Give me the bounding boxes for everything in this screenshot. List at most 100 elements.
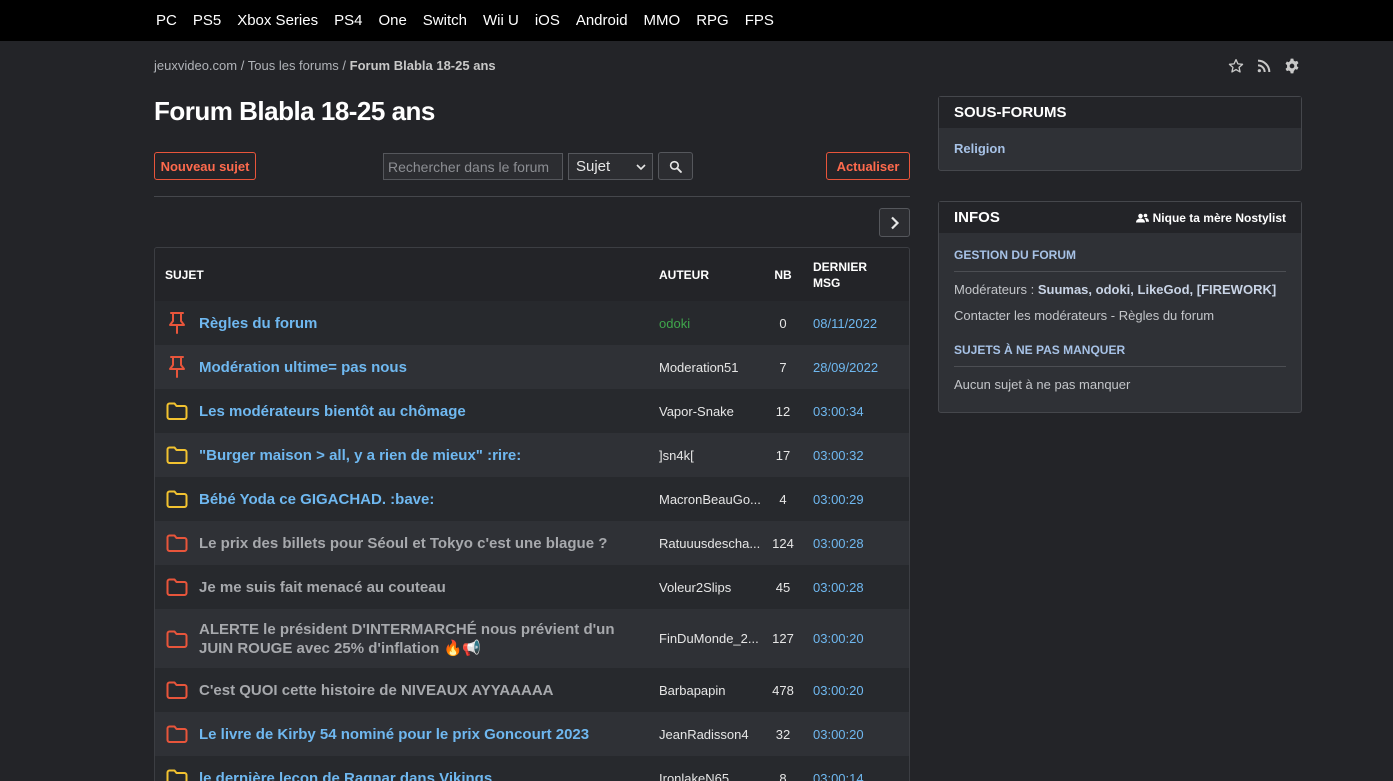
nav-xbox-series[interactable]: Xbox Series	[237, 12, 318, 29]
header-last-line2: MSG	[813, 275, 841, 290]
topic-title-link[interactable]: le dernière leçon de Ragnar dans Vikings	[199, 769, 492, 781]
topic-subject-cell: Le prix des billets pour Séoul et Tokyo …	[155, 531, 649, 555]
nav-pc[interactable]: PC	[156, 12, 177, 29]
topic-subject-cell: Les modérateurs bientôt au chômage	[155, 399, 649, 423]
topic-author-link[interactable]: Barbapapin	[649, 683, 761, 698]
topic-row[interactable]: Bébé Yoda ce GIGACHAD. :bave: MacronBeauG…	[155, 477, 909, 521]
search-button[interactable]	[658, 152, 693, 180]
platform-nav: PC PS5 Xbox Series PS4 One Switch Wii U …	[0, 0, 1393, 41]
topic-last-message-link[interactable]: 03:00:34	[805, 404, 909, 419]
contact-line: Contacter les modérateurs - Règles du fo…	[954, 307, 1286, 324]
topic-subject-cell: ALERTE le président D'INTERMARCHÉ nous p…	[155, 620, 649, 658]
topic-title-link[interactable]: Modération ultime= pas nous	[199, 358, 407, 377]
moderators-names[interactable]: Suumas, odoki, LikeGod, [FIREWORK]	[1038, 282, 1276, 297]
topic-row[interactable]: Le livre de Kirby 54 nominé pour le prix…	[155, 712, 909, 756]
topic-author-link[interactable]: FinDuMonde_2...	[649, 631, 761, 646]
nav-rpg[interactable]: RPG	[696, 12, 729, 29]
nav-wii-u[interactable]: Wii U	[483, 12, 519, 29]
header-last-msg: DERNIER MSG	[805, 259, 909, 291]
nav-android[interactable]: Android	[576, 12, 628, 29]
topic-last-message-link[interactable]: 03:00:20	[805, 631, 909, 646]
topic-title-link[interactable]: Je me suis fait menacé au couteau	[199, 578, 446, 597]
topic-last-message-link[interactable]: 03:00:32	[805, 448, 909, 463]
topic-last-message-link[interactable]: 03:00:20	[805, 683, 909, 698]
topic-title-link[interactable]: Le livre de Kirby 54 nominé pour le prix…	[199, 725, 589, 744]
topic-title-link[interactable]: ALERTE le président D'INTERMARCHÉ nous p…	[199, 620, 649, 658]
topic-title-link[interactable]: Règles du forum	[199, 314, 317, 333]
topic-author-link[interactable]: MacronBeauGo...	[649, 492, 761, 507]
search-icon	[669, 160, 682, 173]
topic-row[interactable]: C'est QUOI cette histoire de NIVEAUX AYY…	[155, 668, 909, 712]
topic-title-link[interactable]: Bébé Yoda ce GIGACHAD. :bave:	[199, 490, 434, 509]
topic-row[interactable]: le dernière leçon de Ragnar dans Vikings…	[155, 756, 909, 781]
topic-title-link[interactable]: Les modérateurs bientôt au chômage	[199, 402, 466, 421]
nav-ps4[interactable]: PS4	[334, 12, 362, 29]
gear-icon[interactable]	[1284, 58, 1300, 74]
forum-rules-link[interactable]: Règles du forum	[1119, 308, 1214, 323]
topic-title-link[interactable]: Le prix des billets pour Séoul et Tokyo …	[199, 534, 607, 553]
topic-row[interactable]: Règles du forum odoki 0 08/11/2022	[155, 301, 909, 345]
topic-row[interactable]: Je me suis fait menacé au couteau Voleur2…	[155, 565, 909, 609]
infos-panel: INFOS Nique ta mère Nostylist GESTION DU…	[938, 201, 1302, 413]
topic-author-link[interactable]: Vapor-Snake	[649, 404, 761, 419]
pin-icon	[165, 311, 189, 335]
topic-row[interactable]: "Burger maison > all, y a rien de mieux"…	[155, 433, 909, 477]
gestion-title: GESTION DU FORUM	[954, 248, 1286, 272]
star-icon[interactable]	[1228, 58, 1244, 74]
new-topic-button[interactable]: Nouveau sujet	[154, 152, 256, 180]
nav-ps5[interactable]: PS5	[193, 12, 221, 29]
search-scope-select[interactable]: Sujet	[568, 153, 653, 180]
topic-row[interactable]: Le prix des billets pour Séoul et Tokyo …	[155, 521, 909, 565]
topic-last-message-link[interactable]: 03:00:14	[805, 771, 909, 781]
refresh-button[interactable]: Actualiser	[826, 152, 910, 180]
topic-reply-count: 8	[779, 770, 787, 781]
topic-author-link[interactable]: Ratuuusdescha...	[649, 536, 761, 551]
header-author: AUTEUR	[659, 267, 709, 282]
topic-last-message-link[interactable]: 28/09/2022	[805, 360, 909, 375]
folder-icon	[165, 627, 189, 651]
topic-author-link[interactable]: JeanRadisson4	[649, 727, 761, 742]
topic-author-link[interactable]: ]sn4k[	[649, 448, 761, 463]
nav-ios[interactable]: iOS	[535, 12, 560, 29]
nav-switch[interactable]: Switch	[423, 12, 467, 29]
page-title: Forum Blabla 18-25 ans	[154, 96, 435, 126]
topic-last-message-link[interactable]: 08/11/2022	[805, 316, 909, 331]
must-read-title: SUJETS À NE PAS MANQUER	[954, 343, 1286, 367]
nav-one[interactable]: One	[378, 12, 406, 29]
search-input[interactable]	[383, 153, 563, 180]
topic-list: Règles du forum odoki 0 08/11/2022 Modératio…	[155, 301, 909, 781]
sous-forums-title: SOUS-FORUMS	[954, 104, 1067, 121]
topic-author-link[interactable]: Voleur2Slips	[649, 580, 761, 595]
topic-subject-cell: le dernière leçon de Ragnar dans Vikings	[155, 766, 649, 781]
topic-author-link[interactable]: Moderation51	[649, 360, 761, 375]
topic-last-message-link[interactable]: 03:00:28	[805, 580, 909, 595]
contact-moderators-link[interactable]: Contacter les modérateurs	[954, 308, 1107, 323]
folder-icon	[165, 531, 189, 555]
topic-subject-cell: Le livre de Kirby 54 nominé pour le prix…	[155, 722, 649, 746]
rss-icon[interactable]	[1256, 58, 1272, 74]
connected-user-link[interactable]: Nique ta mère Nostylist	[1135, 211, 1286, 225]
table-header: SUJET AUTEUR NB DERNIER MSG	[155, 248, 909, 301]
topic-last-message-link[interactable]: 03:00:28	[805, 536, 909, 551]
topic-row[interactable]: Les modérateurs bientôt au chômage Vapor-…	[155, 389, 909, 433]
nav-mmo[interactable]: MMO	[644, 12, 681, 29]
breadcrumb-all-forums[interactable]: Tous les forums	[248, 58, 339, 73]
breadcrumb-home[interactable]: jeuxvideo.com	[154, 58, 237, 73]
next-page-button[interactable]	[879, 208, 910, 237]
chevron-right-icon	[890, 216, 899, 229]
topic-author-link[interactable]: odoki	[649, 316, 761, 331]
topic-row[interactable]: ALERTE le président D'INTERMARCHÉ nous p…	[155, 609, 909, 668]
topic-title-link[interactable]: C'est QUOI cette histoire de NIVEAUX AYY…	[199, 681, 554, 700]
topic-last-message-link[interactable]: 03:00:20	[805, 727, 909, 742]
subforum-link-religion[interactable]: Religion	[954, 141, 1005, 156]
topic-row[interactable]: Modération ultime= pas nous Moderation51 7…	[155, 345, 909, 389]
topic-last-message-link[interactable]: 03:00:29	[805, 492, 909, 507]
topic-reply-count: 124	[772, 535, 794, 551]
folder-icon	[165, 722, 189, 746]
topic-title-link[interactable]: "Burger maison > all, y a rien de mieux"…	[199, 446, 521, 465]
header-last-line1: DERNIER	[813, 259, 868, 274]
topic-author-link[interactable]: IronlakeN65	[649, 771, 761, 781]
breadcrumb-separator: /	[342, 58, 347, 73]
topic-subject-cell: C'est QUOI cette histoire de NIVEAUX AYY…	[155, 678, 649, 702]
nav-fps[interactable]: FPS	[745, 12, 774, 29]
